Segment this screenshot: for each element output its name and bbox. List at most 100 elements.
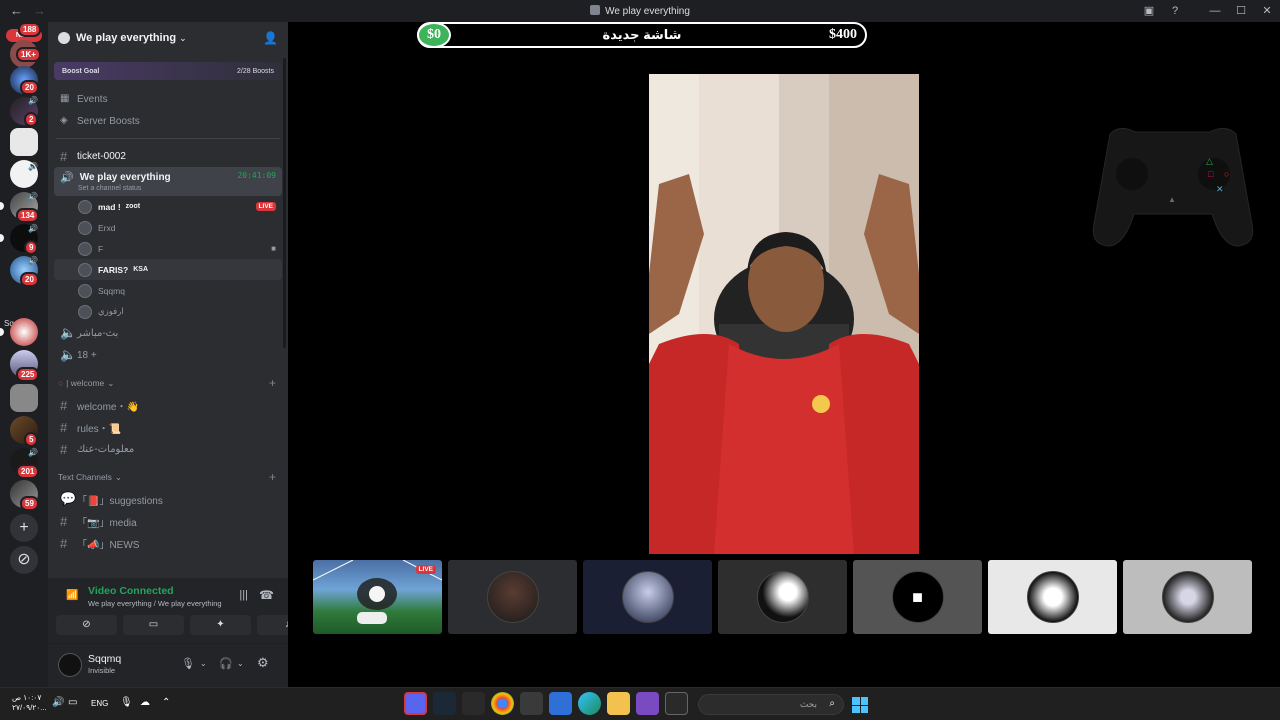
discord-app: ← → We play everything ▣ ? — ☐ ✕ NEW 188… (0, 0, 1280, 720)
chevron-down-icon[interactable]: ⌄ (200, 659, 207, 668)
channel-suggestions[interactable]: 💬 「📕」suggestions (48, 488, 288, 510)
participant-tile[interactable] (718, 560, 847, 634)
category-welcome[interactable]: ○ | welcome ⌄ + (48, 372, 288, 394)
channel-rules[interactable]: # rules・📜 (48, 416, 288, 438)
server-icon-4[interactable] (10, 128, 38, 156)
server-badge: 201 (16, 464, 40, 479)
disconnect-icon[interactable]: ☎ (259, 588, 274, 602)
help-icon[interactable]: ? (1162, 0, 1188, 22)
window-controls: ▣ ? — ☐ ✕ (1136, 0, 1280, 22)
server-icon-11[interactable] (10, 384, 38, 412)
avatar (621, 571, 674, 623)
boost-goal-bar[interactable]: Boost Goal 2/28 Boosts (54, 62, 282, 80)
events-item[interactable]: ▦ Events (48, 88, 288, 110)
server-icon-9[interactable] (10, 318, 38, 346)
avatar (78, 199, 92, 214)
minimize-button[interactable]: — (1202, 0, 1228, 22)
network-icon[interactable]: ☁ (140, 697, 150, 708)
noise-suppression-icon[interactable]: ||| (239, 589, 248, 601)
voice-timer: 20:41:09 (237, 171, 276, 180)
channel-media[interactable]: # 「📷」media (48, 510, 288, 532)
language-indicator[interactable]: ENG (91, 699, 108, 708)
voice-actions: ⊘ ▭ ✦ ♪ (56, 615, 318, 635)
microphone-icon[interactable]: 🎙 (120, 697, 133, 708)
speaker-icon: 🔊 (28, 448, 38, 457)
participant-tile[interactable] (583, 560, 712, 634)
voice-user[interactable]: ارفوزي (48, 301, 288, 322)
add-channel-icon[interactable]: + (269, 470, 276, 484)
search-icon: ⌕ (829, 698, 835, 709)
file-explorer-icon[interactable] (607, 692, 630, 715)
channel-info[interactable]: # معلومات-عنك (48, 438, 288, 460)
app-icon[interactable] (462, 692, 485, 715)
discover-icon[interactable]: ⊘ (10, 546, 38, 574)
microphone-icon[interactable]: 🎙 (181, 657, 195, 670)
voice-user[interactable]: Erxd (48, 217, 288, 238)
voice-user[interactable]: mad ! zoot LIVE (48, 196, 288, 217)
invite-people-icon[interactable]: 👤 (263, 31, 278, 45)
participant-tile[interactable] (1123, 560, 1252, 634)
title-bar: ← → We play everything ▣ ? — ☐ ✕ (0, 0, 1280, 22)
app-icon[interactable] (520, 692, 543, 715)
unread-pip (0, 234, 4, 242)
participant-tile[interactable] (448, 560, 577, 634)
store-app-icon[interactable] (549, 692, 572, 715)
channel-status[interactable]: Set a channel status (54, 185, 282, 192)
voice-user[interactable]: Sqqmq (48, 280, 288, 301)
clock[interactable]: ١٠:٠٧ ص ٢٧/٠٩/٢٠... (12, 693, 47, 713)
app-icon[interactable] (665, 692, 688, 715)
focused-video-stream[interactable] (649, 74, 919, 554)
server-badge: 20 (20, 272, 39, 287)
video-frame (649, 74, 919, 554)
inbox-icon[interactable]: ▣ (1136, 0, 1162, 22)
participant-tile[interactable] (988, 560, 1117, 634)
server-badge: 9 (24, 240, 39, 255)
speaker-icon: 🔊 (60, 171, 74, 184)
app-icon[interactable] (636, 692, 659, 715)
screen-share-button[interactable]: ▭ (123, 615, 184, 635)
active-voice-channel[interactable]: 🔊 We play everything 20:41:09 Set a chann… (54, 167, 282, 196)
taskbar-search[interactable]: بحث ⌕ (698, 694, 844, 715)
voice-channel[interactable]: 🔈 بث-مباشر (48, 322, 288, 344)
discord-app-icon[interactable] (404, 692, 427, 715)
participant-tile[interactable]: LIVE (313, 560, 442, 634)
settings-gear-icon[interactable]: ⚙ (257, 655, 269, 671)
maximize-button[interactable]: ☐ (1228, 0, 1254, 22)
headphones-icon[interactable]: 🎧 (219, 657, 233, 670)
username[interactable]: Sqqmq (88, 653, 121, 665)
scrollbar[interactable] (283, 58, 286, 348)
avatar (486, 571, 539, 623)
voice-channel[interactable]: 🔈 18 + (48, 344, 288, 366)
avatar[interactable] (58, 653, 82, 677)
chevron-down-icon[interactable]: ⌄ (237, 659, 244, 668)
category-text-channels[interactable]: Text Channels ⌄ + (48, 466, 288, 488)
channel-news[interactable]: # 「📣」NEWS (48, 532, 288, 554)
add-server-icon[interactable]: + (10, 514, 38, 542)
server-rail: NEW 188 1K+ 20 🔊 2 🔊 🔊 134 🔊 9 🔊 20 Sqqm… (0, 22, 48, 687)
voice-user[interactable]: FARIS? KSA (54, 259, 282, 280)
close-button[interactable]: ✕ (1254, 0, 1280, 22)
display-icon[interactable]: ▭ (68, 697, 77, 708)
svg-text:✕: ✕ (1216, 184, 1224, 194)
chevron-up-icon[interactable]: ⌃ (162, 697, 170, 708)
channel-ticket[interactable]: # ticket-0002 (48, 145, 288, 167)
avatar (756, 571, 809, 623)
channel-welcome[interactable]: # welcome・👋 (48, 394, 288, 416)
hash-icon: # (60, 148, 68, 164)
add-channel-icon[interactable]: + (269, 376, 276, 390)
camera-off-button[interactable]: ⊘ (56, 615, 117, 635)
volume-icon[interactable]: 🔊 (52, 697, 64, 708)
connection-location[interactable]: We play everything / We play everything (88, 599, 222, 608)
chrome-app-icon[interactable] (491, 692, 514, 715)
signal-icon[interactable]: 📶 (66, 590, 78, 601)
steam-app-icon[interactable] (433, 692, 456, 715)
participant-tile[interactable]: ■ (853, 560, 982, 634)
activities-button[interactable]: ✦ (190, 615, 251, 635)
server-header[interactable]: We play everything ⌄ 👤 (48, 22, 288, 54)
voice-user[interactable]: F ■ (48, 238, 288, 259)
server-badge: 225 (16, 367, 40, 382)
unread-pip (0, 202, 4, 210)
server-boosts-item[interactable]: ◈ Server Boosts (48, 110, 288, 132)
windows-start-icon[interactable] (852, 697, 868, 713)
edge-app-icon[interactable] (578, 692, 601, 715)
